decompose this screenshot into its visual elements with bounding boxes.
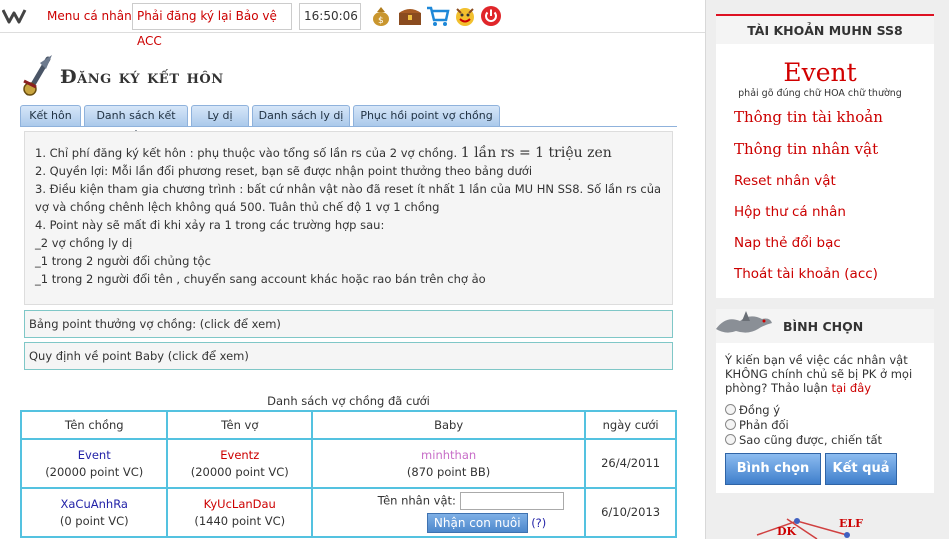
table-header-row: Tên chồng Tên vợ Baby ngày cưới [19, 410, 677, 440]
tab-marriage[interactable]: Kết hôn [20, 105, 81, 127]
wife-name-link[interactable]: KyUcLanDau [168, 496, 311, 513]
poll-option-agree[interactable]: Đồng ý [725, 403, 780, 417]
account-username: Event [783, 58, 857, 87]
character-name-label: Tên nhân vật: [377, 493, 456, 508]
rule-line-5: _2 vợ chồng ly dị [35, 236, 133, 250]
rule-line-6: _1 trong 2 người đổi chủng tộc [35, 254, 211, 268]
table-caption: Danh sách vợ chồng đã cưới [267, 394, 430, 408]
sidebar-item-account-info[interactable]: Thông tin tài khoản [734, 108, 883, 126]
treasure-chest-icon[interactable] [398, 5, 421, 27]
husband-cell: Event (20000 point VC) [19, 438, 169, 489]
wife-cell: Eventz (20000 point VC) [166, 438, 314, 489]
radio-button[interactable] [725, 434, 736, 445]
svg-text:$: $ [378, 16, 384, 26]
husband-points: (0 point VC) [59, 513, 129, 528]
discussion-link[interactable]: tại đây [832, 381, 872, 395]
banner-label-elf: ELF [839, 517, 863, 530]
baby-cell: minhthan (870 point BB) [311, 438, 587, 489]
wedding-date: 6/10/2013 [584, 487, 677, 538]
rules-info-box: 1. Chỉ phí đăng ký kết hôn : phụ thuộc v… [24, 131, 673, 305]
sidebar-item-recharge[interactable]: Nap thẻ đổi bạc [734, 235, 841, 251]
tab-restore-points[interactable]: Phục hồi point vợ chồng [353, 105, 500, 127]
tab-marriage-list[interactable]: Danh sách kết hôn [84, 105, 188, 142]
rule-line-7: _1 trong 2 người đổi tên , chuyển sang a… [35, 272, 486, 286]
poll-option-whatever[interactable]: Sao cũng được, chiến tất [725, 433, 882, 447]
rule-price-highlight: 1 lần rs = 1 triệu zen [460, 145, 612, 161]
rule-line-4: 4. Point này sẽ mất đi khi xảy ra 1 tron… [35, 218, 385, 232]
husband-name-link[interactable]: XaCuAnhRa [22, 496, 166, 513]
character-name-input[interactable] [459, 492, 564, 510]
radio-button[interactable] [725, 419, 736, 430]
banner-label-dk: DK [777, 525, 797, 538]
baby-name-link[interactable]: minhthan [313, 447, 584, 464]
personal-menu-link[interactable]: Menu cá nhân [47, 9, 132, 23]
column-header-husband: Tên chồng [19, 410, 169, 440]
radio-button[interactable] [725, 404, 736, 415]
table-row: Event (20000 point VC) Eventz (20000 poi… [19, 438, 677, 489]
adopt-baby-button[interactable]: Nhận con nuôi [426, 513, 528, 533]
rule-line-1: 1. Chỉ phí đăng ký kết hôn : phụ thuộc v… [35, 145, 612, 161]
results-button[interactable]: Kết quả [825, 453, 897, 485]
tab-divider [20, 126, 677, 127]
rule-line-3: 3. Điều kiện tham gia chương trình : bất… [35, 182, 662, 214]
game-class-banner[interactable]: DK ELF [727, 515, 877, 539]
sidebar-item-character-info[interactable]: Thông tin nhân vật [734, 140, 878, 158]
column-header-date: ngày cưới [584, 410, 677, 440]
husband-points: (20000 point VC) [45, 464, 144, 479]
poll-question: Ý kiến bạn về việc các nhân vật KHÔNG ch… [725, 353, 913, 395]
tab-divorce[interactable]: Ly dị [191, 105, 249, 127]
husband-cell: XaCuAnhRa (0 point VC) [19, 487, 169, 538]
wedding-date: 26/4/2011 [584, 438, 677, 489]
reward-face-icon[interactable] [454, 5, 476, 27]
register-protection-notice[interactable]: Phải đăng ký lại Bảo vệ ACC [132, 3, 292, 48]
adopt-baby-form: Tên nhân vật: Nhận con nuôi (?) [311, 487, 587, 538]
adopt-help-link[interactable]: (?) [531, 516, 546, 530]
wife-points: (1440 point VC) [194, 513, 286, 528]
account-panel-header: TÀI KHOẢN MUHN SS8 [716, 14, 934, 44]
dragon-icon [712, 309, 774, 339]
reward-table-link[interactable]: Bảng point thưởng vợ chồng: (click để xe… [24, 310, 673, 338]
w-logo-icon[interactable] [2, 8, 28, 24]
sword-emblem-icon [20, 53, 56, 99]
married-couples-table: Tên chồng Tên vợ Baby ngày cưới Event (2… [19, 410, 677, 538]
shopping-cart-icon[interactable] [426, 5, 450, 27]
column-header-baby: Baby [311, 410, 587, 440]
wife-name-link[interactable]: Eventz [168, 447, 311, 464]
poll-title: BÌNH CHỌN [783, 319, 864, 334]
table-row: XaCuAnhRa (0 point VC) KyUcLanDau (1440 … [19, 487, 677, 538]
money-bag-icon[interactable]: $ [370, 5, 392, 27]
vote-button[interactable]: Bình chọn [725, 453, 821, 485]
poll-option-oppose[interactable]: Phản đối [725, 418, 789, 432]
rule-line-2: 2. Quyền lợi: Mỗi lần đổi phương reset, … [35, 164, 533, 178]
case-sensitive-note: phải gõ đúng chữ HOA chữ thường [738, 88, 902, 99]
sidebar-item-reset-character[interactable]: Reset nhân vật [734, 173, 836, 189]
sidebar-item-inbox[interactable]: Hộp thư cá nhân [734, 204, 846, 220]
husband-name-link[interactable]: Event [22, 447, 166, 464]
baby-points: (870 point BB) [406, 464, 491, 479]
server-clock: 16:50:06 [299, 3, 361, 30]
column-header-wife: Tên vợ [166, 410, 314, 440]
wife-points: (20000 point VC) [190, 464, 289, 479]
tab-divorce-list[interactable]: Danh sách ly dị [252, 105, 350, 127]
power-icon[interactable] [480, 5, 502, 27]
wife-cell: KyUcLanDau (1440 point VC) [166, 487, 314, 538]
baby-rules-link[interactable]: Quy định về point Baby (click để xem) [24, 342, 673, 370]
page-title: Đăng ký kết hôn [60, 66, 224, 88]
sidebar-item-logout[interactable]: Thoát tài khoản (acc) [734, 266, 878, 282]
